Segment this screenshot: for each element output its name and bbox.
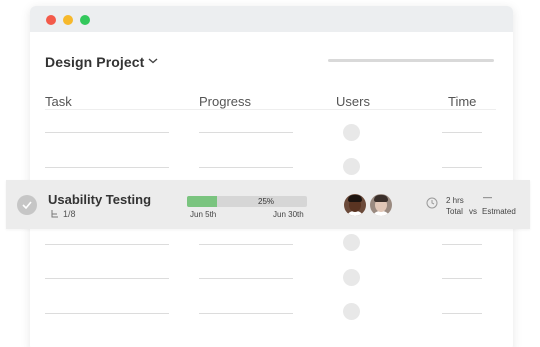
header-placeholder-bar: [328, 59, 494, 62]
maximize-window-button[interactable]: [80, 15, 90, 25]
placeholder-line: [199, 244, 293, 245]
time-estimated-label: Estmated: [482, 207, 516, 216]
clock-icon: [426, 197, 438, 209]
column-header-task[interactable]: Task: [45, 94, 72, 109]
app-window: Design Project Task Progress Users Time: [30, 6, 513, 347]
column-header-progress[interactable]: Progress: [199, 94, 251, 109]
placeholder-line: [442, 313, 482, 314]
user-avatar[interactable]: [344, 194, 366, 216]
column-header-users[interactable]: Users: [336, 94, 370, 109]
time-estimated-value: —: [483, 192, 492, 202]
placeholder-line: [45, 132, 169, 133]
title-bar: [30, 6, 513, 32]
progress-percent: 25%: [258, 197, 275, 206]
placeholder-line: [199, 167, 293, 168]
close-window-button[interactable]: [46, 15, 56, 25]
minimize-window-button[interactable]: [63, 15, 73, 25]
end-date: Jun 30th: [273, 210, 304, 219]
placeholder-avatar: [343, 269, 360, 286]
placeholder-avatar: [343, 234, 360, 251]
chevron-down-icon[interactable]: [147, 55, 159, 67]
project-title[interactable]: Design Project: [45, 54, 144, 70]
placeholder-line: [199, 313, 293, 314]
placeholder-line: [45, 167, 169, 168]
task-row-usability-testing[interactable]: Usability Testing 1/8 25% Jun 5th Jun 30…: [6, 180, 530, 229]
placeholder-line: [442, 244, 482, 245]
subtask-count: 1/8: [63, 209, 76, 219]
start-date: Jun 5th: [190, 210, 217, 219]
placeholder-line: [45, 278, 169, 279]
time-total-value: 2 hrs: [446, 196, 464, 205]
column-header-time[interactable]: Time: [448, 94, 476, 109]
user-avatar[interactable]: [370, 194, 392, 216]
time-total-label: Total: [446, 207, 463, 216]
placeholder-avatar: [343, 158, 360, 175]
subtask-icon: [51, 210, 58, 218]
placeholder-line: [442, 278, 482, 279]
header-divider: [45, 109, 496, 110]
placeholder-line: [45, 244, 169, 245]
placeholder-avatar: [343, 124, 360, 141]
task-name[interactable]: Usability Testing: [48, 192, 151, 207]
placeholder-avatar: [343, 303, 360, 320]
placeholder-line: [442, 132, 482, 133]
checkmark-icon: [22, 201, 32, 209]
progress-bar-fill: [187, 196, 217, 207]
complete-task-button[interactable]: [17, 195, 37, 215]
time-vs-label: vs: [469, 207, 477, 216]
placeholder-line: [45, 313, 169, 314]
progress-bar: [187, 196, 307, 207]
placeholder-line: [199, 132, 293, 133]
placeholder-line: [442, 167, 482, 168]
placeholder-line: [199, 278, 293, 279]
